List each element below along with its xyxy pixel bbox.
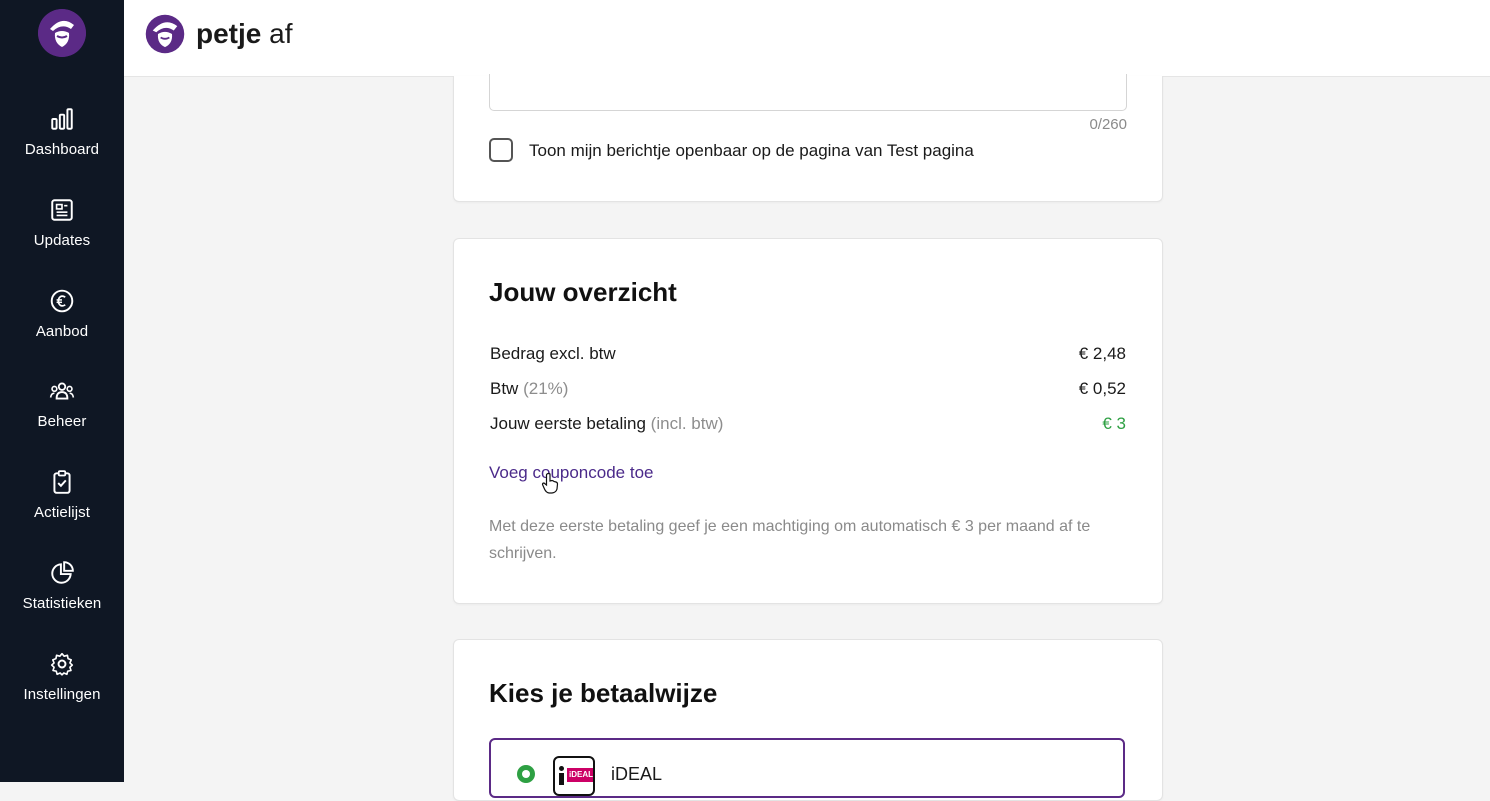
euro-icon (50, 289, 74, 313)
first-payment-amount: € 3 (1102, 414, 1126, 433)
sidebar-item-label: Statistieken (22, 595, 102, 612)
row-value: € 2,48 (1078, 344, 1126, 363)
clipboard-check-icon (53, 470, 71, 494)
payment-card: Kies je betaalwijze iDEAL iDEAL (453, 639, 1163, 801)
topbar: petje af (124, 0, 1490, 77)
brand-name-light: af (269, 18, 293, 49)
brand-name: petje af (196, 18, 293, 50)
users-icon (49, 382, 75, 400)
sidebar-item-statistieken[interactable]: Statistieken (0, 560, 124, 640)
overview-title: Jouw overzicht (489, 277, 677, 307)
sidebar-item-updates[interactable]: Updates (0, 197, 124, 277)
sidebar-item-actielijst[interactable]: Actielijst (0, 469, 124, 549)
sidebar-item-beheer[interactable]: Beheer (0, 378, 124, 458)
overview-card: Jouw overzicht Bedrag excl. btw € 2,48 B… (453, 238, 1163, 604)
sidebar: Dashboard Updates Aanbod Beheer Actielij… (0, 0, 124, 782)
incl-vat-note: (incl. btw) (650, 414, 724, 433)
payment-option-ideal[interactable]: iDEAL iDEAL (489, 738, 1125, 798)
character-counter: 0/260 (1089, 116, 1127, 133)
hat-woman-logo-icon (145, 14, 185, 54)
sidebar-item-aanbod[interactable]: Aanbod (0, 288, 124, 368)
row-label: Bedrag excl. btw (490, 344, 616, 363)
mandate-note: Met deze eerste betaling geef je een mac… (489, 518, 1091, 562)
brand-name-bold: petje (196, 18, 262, 49)
brand-logo[interactable]: petje af (144, 12, 293, 56)
sidebar-item-label: Instellingen (23, 686, 101, 703)
sidebar-logo-avatar[interactable] (38, 9, 86, 57)
sidebar-item-label: Actielijst (33, 504, 90, 521)
overview-row-excl-vat: Bedrag excl. btw € 2,48 (490, 344, 1126, 366)
pie-chart-icon (51, 561, 74, 584)
sidebar-item-dashboard[interactable]: Dashboard (0, 106, 124, 186)
hat-woman-logo-icon (38, 9, 86, 57)
sidebar-item-label: Updates (33, 232, 91, 249)
overview-row-vat: Btw (21%) € 0,52 (490, 379, 1126, 401)
payment-radio-selected[interactable] (517, 765, 535, 783)
payment-title: Kies je betaalwijze (489, 678, 718, 708)
gear-icon (50, 652, 74, 676)
public-message-checkbox-label[interactable]: Toon mijn berichtje openbaar op de pagin… (529, 141, 974, 161)
overview-row-first-payment: Jouw eerste betaling (incl. btw) € 3 (490, 414, 1126, 436)
row-value: € 0,52 (1078, 379, 1126, 398)
message-card: 0/260 Toon mijn berichtje openbaar op de… (453, 74, 1163, 202)
row-label: Btw (21%) (490, 379, 569, 398)
add-coupon-link[interactable]: Voeg couponcode toe (489, 463, 653, 483)
sidebar-item-label: Aanbod (35, 323, 89, 340)
ideal-logo-icon: iDEAL (553, 756, 595, 796)
sidebar-item-label: Beheer (37, 413, 87, 430)
sidebar-item-instellingen[interactable]: Instellingen (0, 651, 124, 731)
newspaper-icon (51, 199, 73, 221)
vat-percentage: (21%) (523, 379, 569, 398)
message-textarea[interactable] (489, 74, 1127, 111)
public-message-checkbox[interactable] (489, 138, 513, 162)
sidebar-item-label: Dashboard (24, 141, 100, 158)
hand-pointer-cursor-icon (541, 472, 559, 494)
row-label: Jouw eerste betaling (incl. btw) (490, 414, 724, 433)
bar-chart-icon (51, 108, 73, 130)
